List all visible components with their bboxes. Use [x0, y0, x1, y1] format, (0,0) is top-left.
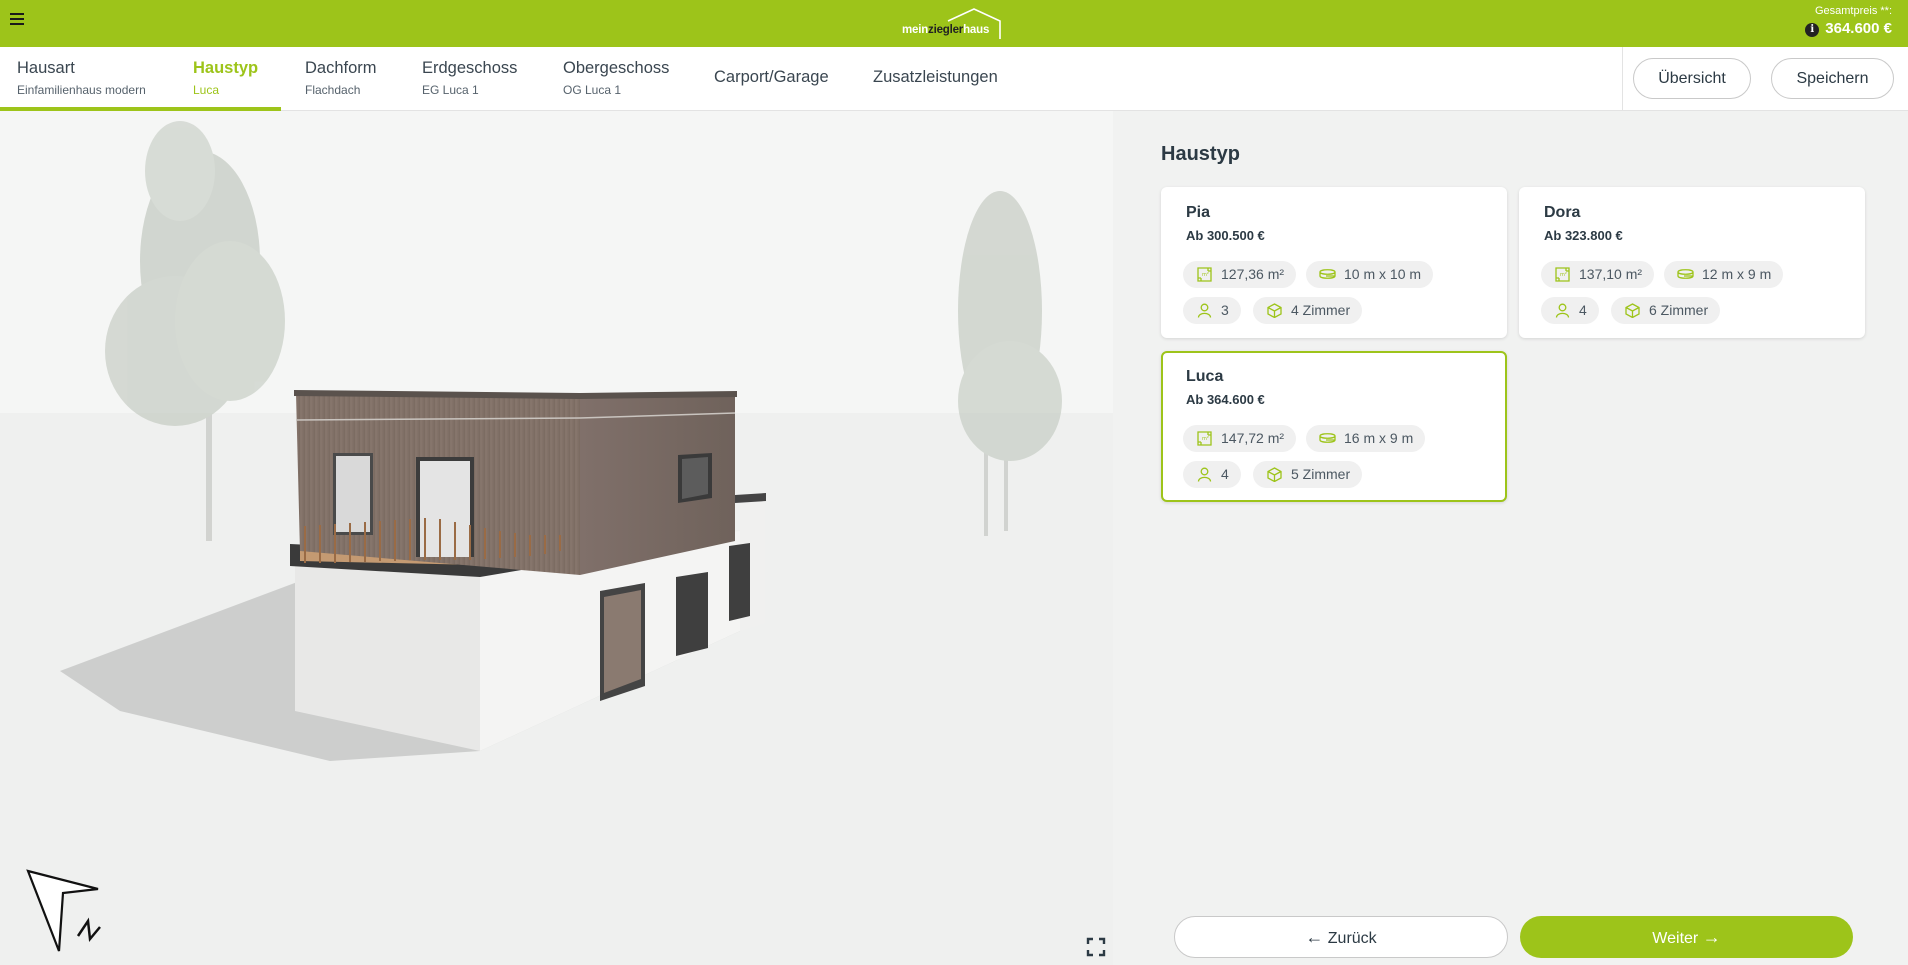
size-value: 10 m x 10 m — [1344, 266, 1422, 282]
next-button-label: Weiter — [1652, 930, 1699, 947]
area-chip: m² 127,36 m² — [1183, 261, 1297, 288]
tab-title: Dachform — [305, 59, 377, 77]
house-3d-viewer[interactable] — [0, 111, 1113, 965]
cube-icon — [1267, 467, 1282, 482]
tab-carport-garage[interactable]: Carport/Garage — [714, 47, 829, 111]
tape-measure-icon — [1319, 269, 1336, 279]
persons-chip: 4 — [1541, 297, 1599, 324]
svg-text:m²: m² — [1202, 272, 1209, 278]
house-card-dora[interactable]: Dora Ab 323.800 € m² 137,10 m² 12 m x 9 … — [1519, 187, 1865, 338]
tab-title: Haustyp — [193, 59, 259, 77]
logo-text: meinzieglerhaus — [902, 24, 990, 36]
cube-icon — [1625, 303, 1640, 318]
house-name: Luca — [1186, 368, 1224, 385]
tab-dachform[interactable]: Dachform Flachdach — [305, 47, 377, 111]
hamburger-menu-icon[interactable] — [10, 13, 24, 25]
tab-subtitle: Luca — [193, 83, 220, 97]
tab-title: Zusatzleistungen — [873, 68, 998, 86]
back-button[interactable]: ← Zurück — [1174, 916, 1508, 958]
persons-chip: 4 — [1183, 461, 1241, 488]
area-chip: m² 137,10 m² — [1541, 261, 1655, 288]
person-icon — [1197, 303, 1212, 318]
tab-title: Obergeschoss — [563, 59, 670, 77]
house-name: Dora — [1544, 204, 1581, 221]
overview-button[interactable]: Übersicht — [1633, 58, 1751, 99]
house-type-panel: Haustyp Pia Ab 300.500 € m² 127,36 m² 10… — [1113, 111, 1908, 965]
tab-subtitle: Flachdach — [305, 83, 361, 97]
tab-title: Hausart — [17, 59, 75, 77]
save-button[interactable]: Speichern — [1771, 58, 1894, 99]
rooms-value: 6 Zimmer — [1649, 302, 1709, 318]
tab-subtitle: OG Luca 1 — [563, 83, 622, 97]
arrow-right-icon: → — [1702, 927, 1721, 947]
size-chip: 12 m x 9 m — [1664, 261, 1784, 288]
next-button[interactable]: Weiter → — [1520, 916, 1853, 958]
house-3d-scene — [0, 111, 1113, 965]
svg-text:m²: m² — [1202, 436, 1209, 442]
total-price-value: 364.600 € — [1825, 20, 1892, 37]
floor-area-icon: m² — [1197, 431, 1212, 446]
area-chip: m² 147,72 m² — [1183, 425, 1297, 452]
persons-chip: 3 — [1183, 297, 1241, 324]
back-button-label: Zurück — [1327, 930, 1377, 947]
floor-area-icon: m² — [1555, 267, 1570, 282]
info-icon[interactable]: i — [1805, 23, 1820, 37]
tape-measure-icon — [1677, 269, 1694, 279]
nav-divider — [1622, 47, 1623, 111]
house-card-luca[interactable]: Luca Ab 364.600 € m² 147,72 m² 16 m x 9 … — [1161, 351, 1507, 502]
size-value: 16 m x 9 m — [1344, 430, 1414, 446]
tab-subtitle: EG Luca 1 — [422, 83, 479, 97]
rooms-chip: 4 Zimmer — [1253, 297, 1363, 324]
total-price-label: Gesamtpreis **: — [1814, 5, 1892, 17]
cube-icon — [1267, 303, 1282, 318]
floor-area-icon: m² — [1197, 267, 1212, 282]
persons-value: 4 — [1579, 302, 1587, 318]
tab-hausart[interactable]: Hausart Einfamilienhaus modern — [17, 47, 146, 111]
tab-erdgeschoss[interactable]: Erdgeschoss EG Luca 1 — [422, 47, 517, 111]
tab-title: Erdgeschoss — [422, 59, 518, 77]
house-price: Ab 323.800 € — [1544, 228, 1623, 243]
size-chip: 10 m x 10 m — [1306, 261, 1434, 288]
top-bar: meinzieglerhaus Gesamtpreis **: i 364.600… — [0, 0, 1908, 47]
house-price: Ab 364.600 € — [1186, 392, 1265, 407]
persons-value: 4 — [1221, 466, 1229, 482]
tab-zusatzleistungen[interactable]: Zusatzleistungen — [873, 47, 998, 111]
rooms-chip: 5 Zimmer — [1253, 461, 1363, 488]
tab-obergeschoss[interactable]: Obergeschoss OG Luca 1 — [563, 47, 669, 111]
rooms-value: 5 Zimmer — [1291, 466, 1351, 482]
rooms-chip: 6 Zimmer — [1611, 297, 1721, 324]
size-value: 12 m x 9 m — [1702, 266, 1772, 282]
house-price: Ab 300.500 € — [1186, 228, 1265, 243]
tab-haustyp[interactable]: Haustyp Luca — [193, 47, 258, 111]
size-chip: 16 m x 9 m — [1306, 425, 1426, 452]
total-price: Gesamtpreis **: i 364.600 € — [1805, 5, 1892, 38]
area-value: 127,36 m² — [1221, 266, 1285, 282]
area-value: 137,10 m² — [1579, 266, 1643, 282]
fullscreen-icon[interactable] — [1086, 937, 1106, 957]
person-icon — [1555, 303, 1570, 318]
arrow-left-icon: ← — [1305, 927, 1324, 947]
persons-value: 3 — [1221, 302, 1229, 318]
logo[interactable]: meinzieglerhaus — [900, 7, 1006, 41]
house-card-pia[interactable]: Pia Ab 300.500 € m² 127,36 m² 10 m x 10 … — [1161, 187, 1507, 338]
tape-measure-icon — [1319, 433, 1336, 443]
svg-text:m²: m² — [1560, 272, 1567, 278]
tab-subtitle: Einfamilienhaus modern — [17, 83, 146, 97]
tab-title: Carport/Garage — [714, 68, 829, 86]
panel-title: Haustyp — [1161, 143, 1240, 165]
person-icon — [1197, 467, 1212, 482]
area-value: 147,72 m² — [1221, 430, 1285, 446]
step-navigation: Hausart Einfamilienhaus modern Haustyp L… — [0, 47, 1908, 111]
house-name: Pia — [1186, 204, 1211, 221]
rooms-value: 4 Zimmer — [1291, 302, 1351, 318]
